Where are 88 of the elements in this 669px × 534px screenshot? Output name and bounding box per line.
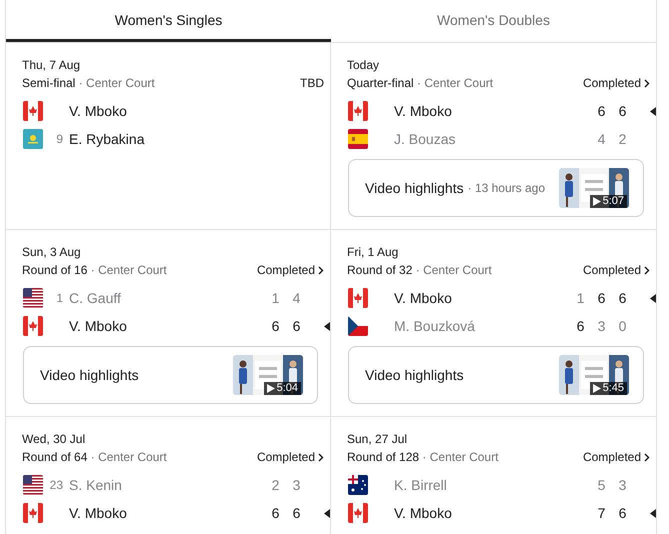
flag-icon bbox=[348, 288, 368, 308]
round-label: Quarter-final · Center Court bbox=[347, 75, 494, 92]
duration-badge: 5:45 bbox=[590, 382, 627, 395]
winner-arrow-icon bbox=[650, 508, 656, 518]
round-label: Round of 32 · Center Court bbox=[347, 262, 492, 279]
set-score: 6 bbox=[618, 290, 628, 306]
set-score: 2 bbox=[270, 477, 280, 493]
set-score: 6 bbox=[596, 103, 606, 119]
winner-arrow-icon bbox=[324, 322, 330, 330]
player-name: V. Mboko bbox=[394, 505, 453, 521]
player-name: V. Mboko bbox=[69, 103, 128, 119]
player-name: S. Kenin bbox=[69, 477, 123, 493]
winner-arrow-icon bbox=[324, 508, 330, 518]
tab[interactable]: Women's Doubles bbox=[331, 0, 656, 42]
player-name: V. Mboko bbox=[69, 318, 128, 334]
player-name: K. Birrell bbox=[394, 477, 448, 493]
flag-icon bbox=[23, 288, 43, 308]
player-name: V. Mboko bbox=[394, 103, 453, 119]
flag-icon bbox=[348, 129, 368, 149]
seed-number: 9 bbox=[55, 132, 63, 146]
winner-arrow-icon bbox=[650, 294, 656, 302]
match-date: Today bbox=[347, 57, 380, 73]
set-score: 6 bbox=[292, 505, 302, 521]
set-score: 6 bbox=[596, 290, 606, 306]
duration-badge: 5:07 bbox=[590, 195, 627, 208]
status-link[interactable]: Completed bbox=[256, 448, 324, 466]
set-score: 7 bbox=[596, 505, 606, 521]
set-score: 6 bbox=[270, 318, 280, 334]
status-link[interactable]: Completed bbox=[582, 448, 650, 466]
video-label: Video highlights bbox=[40, 367, 139, 383]
set-score: 3 bbox=[618, 477, 628, 493]
status-link[interactable]: Completed bbox=[256, 261, 324, 279]
round-label: Round of 128 · Center Court bbox=[347, 449, 498, 466]
status-link[interactable]: Completed bbox=[582, 261, 650, 279]
set-score: 6 bbox=[292, 318, 302, 334]
flag-icon bbox=[348, 503, 368, 523]
round-label: Round of 16 · Center Court bbox=[22, 262, 167, 279]
match-date: Wed, 30 Jul bbox=[22, 431, 86, 447]
chevron-right-icon bbox=[644, 78, 650, 88]
seed-number: 23 bbox=[48, 478, 63, 492]
set-score: 0 bbox=[618, 318, 628, 334]
flag-icon bbox=[23, 503, 43, 523]
set-score: 5 bbox=[596, 477, 606, 493]
player-name: V. Mboko bbox=[394, 290, 453, 306]
player-name: E. Rybakina bbox=[69, 131, 146, 147]
flag-icon bbox=[348, 101, 368, 121]
set-score: 2 bbox=[618, 131, 628, 147]
video-label: Video highlights bbox=[365, 180, 464, 196]
video-highlights-card[interactable]: Video highlights 5:45 bbox=[348, 346, 644, 404]
player-name: M. Bouzková bbox=[394, 318, 476, 334]
tab[interactable]: Women's Singles bbox=[6, 0, 331, 42]
set-score: 4 bbox=[292, 290, 302, 306]
flag-icon bbox=[23, 316, 43, 336]
set-score: 6 bbox=[576, 318, 586, 334]
chevron-right-icon bbox=[318, 452, 324, 462]
video-label: Video highlights bbox=[365, 367, 464, 383]
round-label: Round of 64 · Center Court bbox=[22, 449, 167, 466]
flag-icon bbox=[348, 475, 368, 495]
match-date: Fri, 1 Aug bbox=[347, 244, 400, 260]
player-name: C. Gauff bbox=[69, 290, 122, 306]
duration-badge: 5:04 bbox=[264, 382, 301, 395]
set-score: 6 bbox=[270, 505, 280, 521]
match-date: Thu, 7 Aug bbox=[22, 57, 82, 73]
set-score: 1 bbox=[576, 290, 586, 306]
seed-number: 1 bbox=[55, 291, 63, 305]
match-date: Sun, 3 Aug bbox=[22, 244, 82, 260]
set-score: 6 bbox=[618, 103, 628, 119]
flag-icon bbox=[23, 129, 43, 149]
chevron-right-icon bbox=[644, 266, 650, 274]
flag-icon bbox=[348, 316, 368, 336]
player-name: J. Bouzas bbox=[394, 131, 456, 147]
set-score: 6 bbox=[618, 505, 628, 521]
player-name: V. Mboko bbox=[69, 505, 128, 521]
flag-icon bbox=[23, 475, 43, 495]
set-score: 3 bbox=[596, 318, 606, 334]
set-score: 3 bbox=[292, 477, 302, 493]
set-score: 4 bbox=[596, 131, 606, 147]
chevron-right-icon bbox=[644, 452, 650, 462]
winner-arrow-icon bbox=[650, 106, 656, 116]
match-date: Sun, 27 Jul bbox=[347, 431, 408, 447]
video-highlights-card[interactable]: Video highlights · 13 hours ago 5:07 bbox=[348, 159, 644, 217]
chevron-right-icon bbox=[318, 266, 324, 274]
round-label: Semi-final · Center Court bbox=[22, 75, 155, 92]
status-link[interactable]: Completed bbox=[582, 74, 650, 92]
flag-icon bbox=[23, 101, 43, 121]
set-score: 1 bbox=[270, 290, 280, 306]
video-age: · 13 hours ago bbox=[468, 181, 545, 195]
video-highlights-card[interactable]: Video highlights 5:04 bbox=[23, 346, 318, 404]
